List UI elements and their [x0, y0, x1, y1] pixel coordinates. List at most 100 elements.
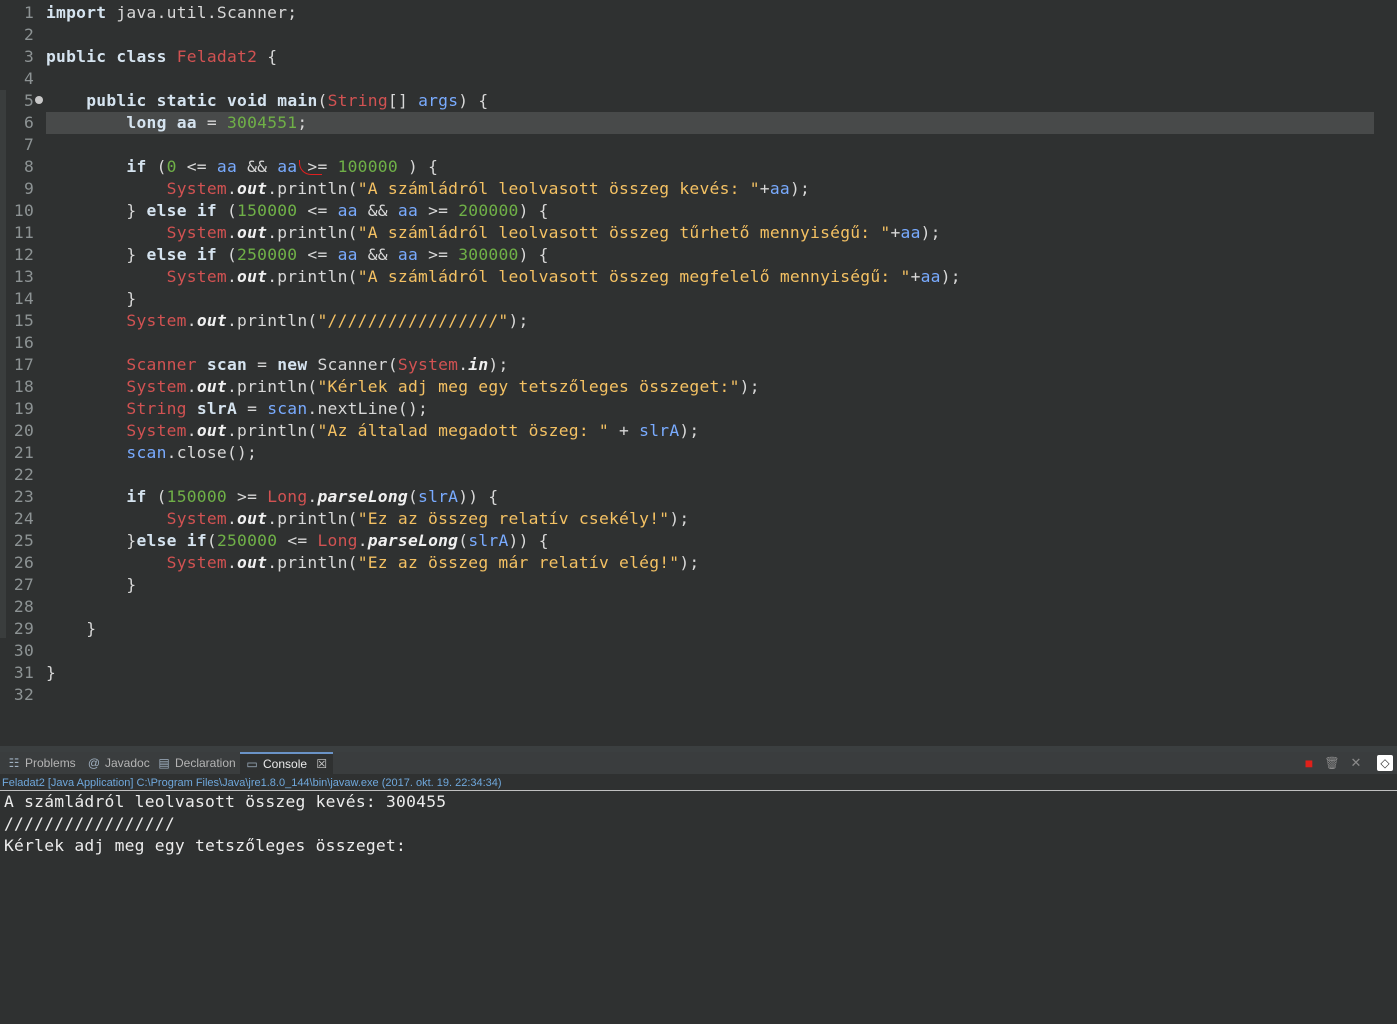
code-token: scan	[206, 355, 248, 374]
code-token: 3004551	[226, 113, 298, 132]
tab-label: Console	[263, 757, 308, 771]
code-token: (	[458, 531, 469, 550]
tab-label: Javadoc	[105, 756, 150, 770]
code-token: >=	[418, 245, 459, 264]
line-number: 11	[13, 223, 34, 242]
code-line: 3 public class Feladat2 {	[0, 46, 1397, 68]
code-token: if	[196, 201, 217, 220]
code-token: ) {	[518, 201, 549, 220]
line-number: 6	[23, 113, 34, 132]
code-text: System.out.println("A számládról leolvas…	[46, 222, 941, 244]
code-token: .nextLine();	[307, 399, 429, 418]
clear-console-button[interactable]: ◇	[1377, 755, 1393, 771]
remove-launch-button[interactable]: 🗑	[1324, 755, 1340, 771]
code-line: 30	[0, 640, 1397, 662]
code-token: .	[357, 531, 368, 550]
code-token: );	[508, 311, 529, 330]
code-token: }	[46, 289, 137, 308]
code-token: 150000	[166, 487, 227, 506]
code-token: }	[46, 201, 147, 220]
code-token: if	[196, 245, 217, 264]
line-number: 8	[23, 157, 34, 176]
code-token: (	[407, 487, 419, 506]
line-number: 20	[13, 421, 34, 440]
code-token: );	[739, 377, 760, 396]
code-token: }	[46, 663, 57, 682]
code-text: scan.close();	[46, 442, 257, 464]
code-token: slrA	[639, 421, 680, 440]
code-text: System.out.println("Ez az összeg már rel…	[46, 552, 700, 574]
code-token: .close();	[166, 443, 258, 462]
tab-console[interactable]: ▭ Console ☒	[240, 752, 334, 774]
code-line: 15 System.out.println("/////////////////…	[0, 310, 1397, 332]
code-token: class	[116, 47, 167, 66]
code-line: 5 public static void main(String[] args)…	[0, 90, 1397, 112]
code-line: 11 System.out.println("A számládról leol…	[0, 222, 1397, 244]
vertical-scrollbar[interactable]	[1383, 0, 1397, 746]
tab-javadoc[interactable]: @ Javadoc	[82, 752, 156, 774]
code-token: .	[226, 267, 238, 286]
line-number: 14	[13, 289, 34, 308]
code-token: out	[196, 421, 227, 440]
code-text: }else if(250000 <= Long.parseLong(slrA))…	[46, 530, 549, 552]
line-number: 16	[13, 333, 34, 352]
code-token: .println(	[267, 553, 358, 572]
code-line: 27 }	[0, 574, 1397, 596]
code-token: parseLong	[317, 487, 408, 506]
code-token: "Az általad megadott öszeg: "	[317, 421, 609, 440]
code-token: "Ez az összeg már relatív elég!"	[357, 553, 680, 572]
code-line: 31}	[0, 662, 1397, 684]
code-token: aa	[920, 267, 941, 286]
line-number: 12	[13, 245, 34, 264]
tab-problems[interactable]: ☷ Problems	[2, 752, 82, 774]
code-line: 20 System.out.println("Az általad megado…	[0, 420, 1397, 442]
code-token: <=	[297, 201, 338, 220]
code-token: main	[277, 91, 318, 110]
code-token: out	[237, 223, 268, 242]
console-output[interactable]: A számládról leolvasott összeg kevés: 30…	[0, 791, 1397, 1024]
code-token: .println(	[267, 223, 358, 242]
code-token: }	[46, 619, 97, 638]
tab-label: Declaration	[175, 756, 236, 770]
code-token: <=	[277, 531, 318, 550]
code-token: 100000	[337, 157, 398, 176]
tab-declaration[interactable]: ▤ Declaration	[152, 752, 242, 774]
code-text: }	[46, 288, 136, 310]
code-editor[interactable]: 1 import java.util.Scanner; 2 3 public class…	[0, 0, 1397, 746]
line-number: 9	[23, 179, 34, 198]
code-token: Scanner(	[307, 355, 398, 374]
code-text: }	[46, 574, 136, 596]
tab-label: Problems	[25, 756, 76, 770]
code-token: .	[226, 223, 238, 242]
remove-all-terminated-button[interactable]: ✕	[1348, 755, 1364, 771]
console-line: Kérlek adj meg egy tetszőleges összeget:	[4, 836, 407, 855]
close-tab-icon[interactable]: ☒	[316, 757, 327, 771]
code-line: 21 scan.close();	[0, 442, 1397, 464]
code-token: parseLong	[367, 531, 459, 550]
code-line: 2	[0, 24, 1397, 46]
code-token: (	[146, 487, 167, 506]
line-number: 28	[13, 597, 34, 616]
fold-toggle-icon[interactable]	[35, 96, 43, 104]
line-number: 5	[23, 91, 34, 110]
code-token: 150000	[237, 201, 298, 220]
code-token: "A számládról leolvasott összeg kevés: "	[357, 179, 760, 198]
code-text: System.out.println("/////////////////");	[46, 310, 529, 332]
line-number: 27	[13, 575, 34, 594]
code-token: Feladat2	[176, 47, 258, 66]
code-token: );	[940, 267, 961, 286]
line-number: 17	[13, 355, 34, 374]
code-token: System	[166, 509, 227, 528]
terminate-button[interactable]: ■	[1301, 755, 1317, 771]
code-token: String	[126, 399, 187, 418]
code-token: else	[146, 201, 187, 220]
code-token: }	[46, 575, 137, 594]
